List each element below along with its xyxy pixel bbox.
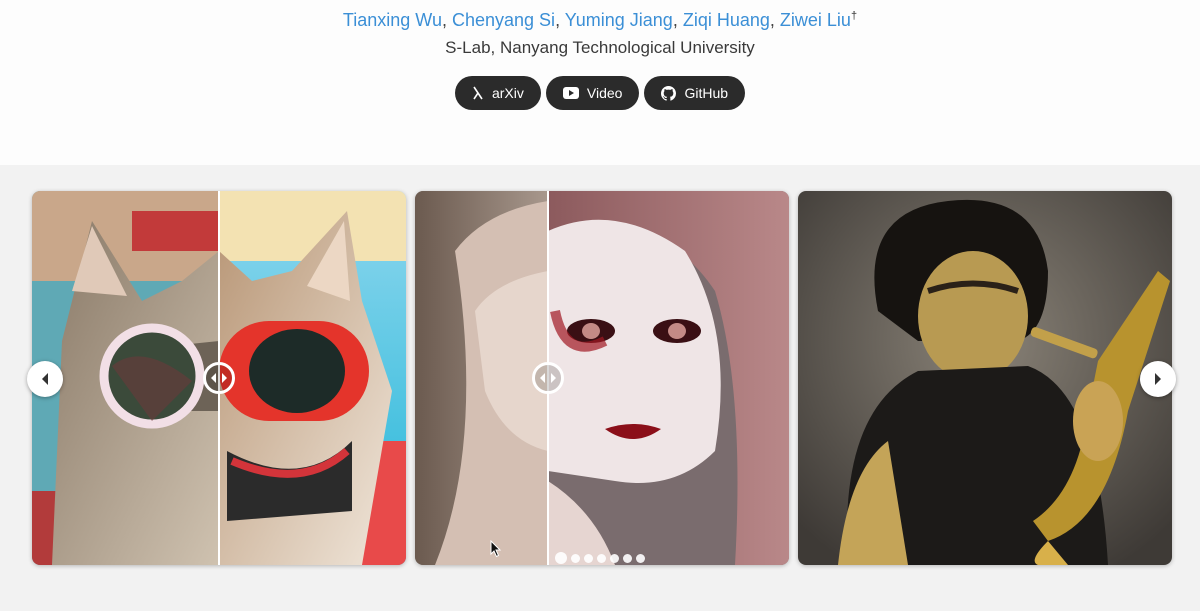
author-link[interactable]: Yuming Jiang — [565, 10, 673, 30]
link-buttons: arXiv Video GitHub — [0, 76, 1200, 110]
github-icon — [661, 85, 677, 101]
compare-slider-handle[interactable] — [203, 362, 235, 394]
author-link[interactable]: Ziqi Huang — [683, 10, 770, 30]
carousel-dot[interactable] — [584, 553, 593, 563]
portrait-image — [415, 191, 789, 565]
paper-header: Tianxing Wu, Chenyang Si, Yuming Jiang, … — [0, 0, 1200, 165]
comparison-slide-saxophone[interactable] — [798, 191, 1172, 565]
corresponding-author-mark: † — [850, 10, 858, 22]
author-link[interactable]: Chenyang Si — [452, 10, 555, 30]
carousel-prev-button[interactable] — [27, 361, 63, 397]
affiliation: S-Lab, Nanyang Technological University — [445, 38, 755, 57]
carousel-next-button[interactable] — [1140, 361, 1176, 397]
author-link[interactable]: Tianxing Wu — [343, 10, 442, 30]
video-label: Video — [586, 85, 623, 101]
comparison-slide-cat[interactable] — [32, 191, 406, 565]
caret-right-icon — [1155, 373, 1161, 385]
github-button[interactable]: GitHub — [644, 76, 746, 110]
saxophone-image — [798, 191, 1172, 565]
arxiv-icon — [472, 86, 484, 100]
drag-arrows-icon — [211, 373, 227, 383]
arxiv-label: arXiv — [491, 85, 524, 101]
comparison-slide-portrait[interactable] — [415, 191, 789, 565]
caret-left-icon — [42, 373, 48, 385]
arxiv-button[interactable]: arXiv — [454, 76, 541, 110]
author-list: Tianxing Wu, Chenyang Si, Yuming Jiang, … — [342, 10, 858, 30]
github-label: GitHub — [684, 85, 729, 101]
video-button[interactable]: Video — [545, 76, 640, 110]
carousel-dot[interactable] — [571, 553, 580, 563]
pointer-cursor-icon — [490, 539, 502, 558]
carousel-dot[interactable] — [623, 553, 632, 563]
youtube-icon — [562, 87, 579, 99]
carousel-pagination — [555, 552, 645, 564]
author-link[interactable]: Ziwei Liu — [780, 10, 851, 30]
mouse-cursor — [490, 539, 502, 563]
carousel-dot[interactable] — [555, 552, 567, 564]
carousel-dot[interactable] — [597, 553, 606, 563]
drag-arrows-icon — [540, 373, 556, 383]
carousel-dot[interactable] — [610, 553, 619, 563]
carousel-dot[interactable] — [636, 553, 645, 563]
compare-slider-handle[interactable] — [532, 362, 564, 394]
